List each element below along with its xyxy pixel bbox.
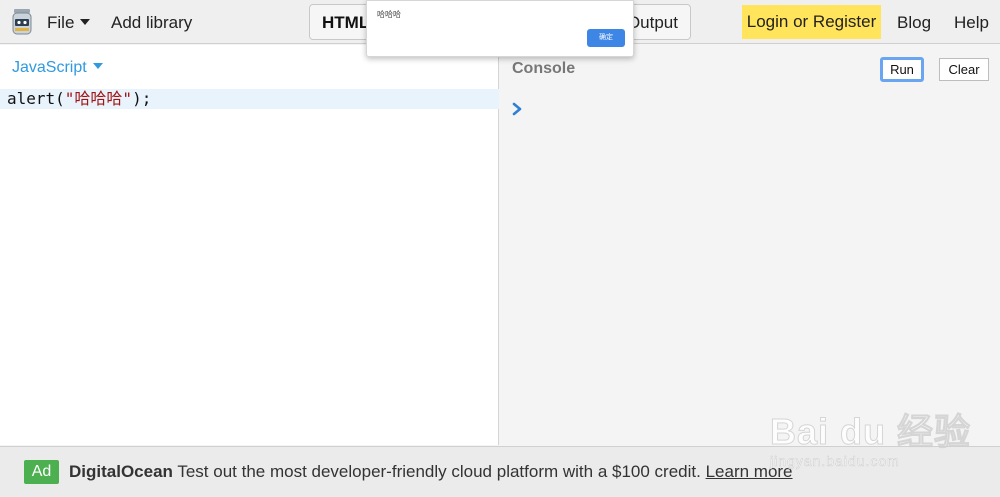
help-link[interactable]: Help <box>954 13 989 33</box>
code-editor-panel: JavaScript alert("哈哈哈"); <box>0 45 499 445</box>
add-library-menu[interactable]: Add library <box>111 13 192 33</box>
run-button[interactable]: Run <box>880 57 924 82</box>
ad-badge: Ad <box>24 460 59 484</box>
blog-link[interactable]: Blog <box>897 13 931 33</box>
code-prefix: alert( <box>7 89 65 108</box>
file-menu-label: File <box>47 13 75 32</box>
ad-brand[interactable]: DigitalOcean <box>69 462 173 481</box>
code-line[interactable]: alert("哈哈哈"); <box>0 89 499 109</box>
language-select[interactable]: JavaScript <box>12 59 103 77</box>
chevron-right-icon[interactable] <box>510 101 524 117</box>
jar-logo-icon[interactable] <box>10 8 34 36</box>
ad-message: Test out the most developer-friendly clo… <box>177 462 701 481</box>
tab-output[interactable]: Output <box>627 13 678 33</box>
code-suffix: ); <box>132 89 152 108</box>
console-panel: Console Run Clear <box>500 45 1000 445</box>
watermark-url: jingyan.baidu.com <box>770 453 900 470</box>
language-label: JavaScript <box>12 59 87 76</box>
clear-button[interactable]: Clear <box>939 58 989 81</box>
ad-text: DigitalOcean Test out the most developer… <box>69 462 793 482</box>
file-menu[interactable]: File <box>47 13 91 33</box>
watermark-brand: Bai du 经验 <box>769 411 972 453</box>
code-string: "哈哈哈" <box>64 89 133 108</box>
console-title: Console <box>512 60 576 77</box>
tab-html[interactable]: HTML <box>322 13 369 33</box>
caret-down-icon <box>80 19 91 25</box>
alert-ok-button[interactable]: 确定 <box>587 29 625 47</box>
alert-dialog: 哈哈哈 确定 <box>366 0 634 57</box>
alert-message: 哈哈哈 <box>377 10 401 19</box>
baidu-watermark: Bai du 经验 jingyan.baidu.com <box>769 395 980 475</box>
login-register-button[interactable]: Login or Register <box>742 5 881 39</box>
caret-down-icon <box>92 63 103 69</box>
